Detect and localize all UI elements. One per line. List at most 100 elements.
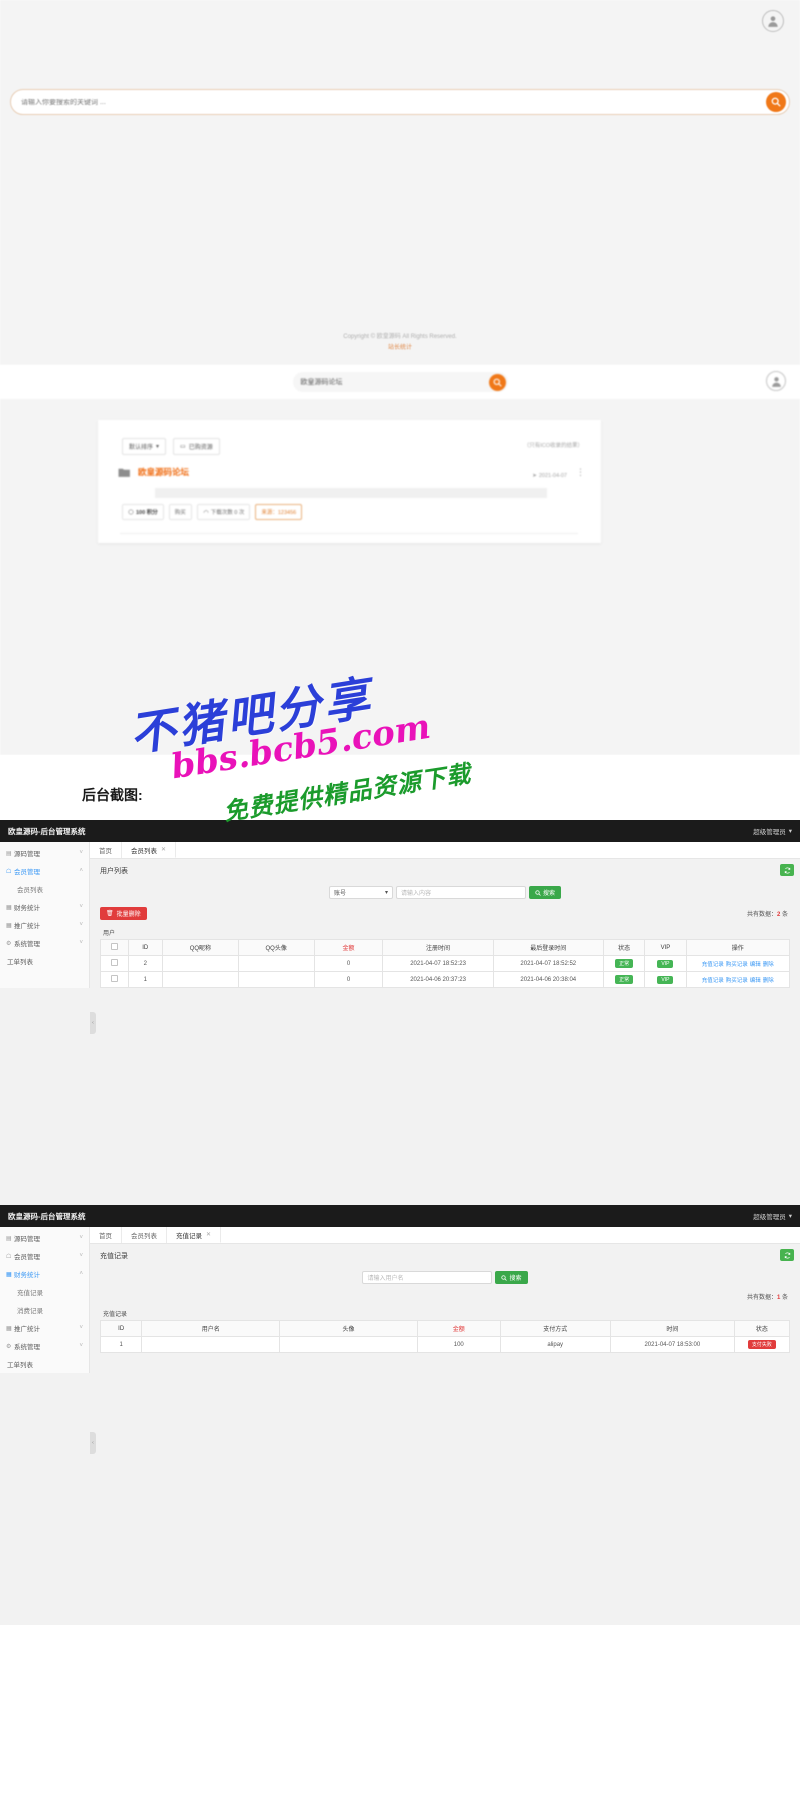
downloads-tag-label: 下载次数 0 次 <box>210 510 245 516</box>
search-bar[interactable] <box>10 89 790 115</box>
cell-username <box>141 1336 281 1353</box>
sidebar-collapse-handle[interactable]: ‹ <box>90 1012 96 1034</box>
cell-operations[interactable]: 充值记录 购买记录 编辑 删除 <box>685 955 791 972</box>
table-group-label: 用户 <box>103 931 116 937</box>
sidebar-item-1[interactable]: ☖ 会员管理 ˅ <box>0 1247 89 1265</box>
refresh-button[interactable] <box>780 1249 794 1261</box>
sidebar-item-5[interactable]: ▦ 推广统计 ˅ <box>0 1319 89 1337</box>
tab-label: 首页 <box>99 1233 112 1240</box>
row-checkbox-cell[interactable] <box>100 971 129 988</box>
tab-1[interactable]: 会员列表 <box>122 1227 167 1243</box>
total-suffix: 条 <box>781 912 788 918</box>
cell-operations[interactable]: 充值记录 购买记录 编辑 删除 <box>685 971 791 988</box>
chevron-down-icon: ˅ <box>79 922 83 928</box>
sidebar-collapse-handle[interactable]: ‹ <box>90 1432 96 1454</box>
admin-content: 首页 会员列表 充值记录 ✕ 充值记录 请输入用户名 搜索 共有数据：1 条 充… <box>90 1227 800 1454</box>
close-icon[interactable]: ✕ <box>206 1231 211 1238</box>
sort-button[interactable]: 默认排序 ▾ <box>122 438 167 455</box>
search-icon[interactable] <box>488 373 506 391</box>
divider <box>120 533 578 534</box>
sidebar-item-4[interactable]: ▦ 推广统计 ˅ <box>0 916 89 934</box>
result-note: （只有ICO收录的结果） <box>523 443 583 449</box>
row-checkbox[interactable] <box>110 975 118 982</box>
row-checkbox[interactable] <box>110 959 118 966</box>
search-bar[interactable]: 欧皇源码论坛 <box>292 372 508 392</box>
admin-user-menu[interactable]: 超级管理员 ▾ <box>753 826 792 836</box>
op-link[interactable]: 编辑 <box>749 962 762 968</box>
op-link[interactable]: 购买记录 <box>725 978 749 984</box>
recharge-table: ID 用户名 头像 金额 支付方式 时间 状态 1 100 alipay 2021-04-07 18… <box>99 1320 791 1353</box>
sidebar-item-6[interactable]: 工单列表 <box>0 952 89 970</box>
archive-icon: ▤ <box>6 850 12 857</box>
sidebar-item-0[interactable]: ▤ 源码管理 ˅ <box>0 1229 89 1247</box>
column-header: 头像 <box>279 1320 418 1337</box>
column-header: VIP <box>644 939 687 956</box>
sidebar-item-3[interactable]: 充值记录 <box>0 1283 89 1301</box>
sidebar-item-6[interactable]: ⚙ 系统管理 ˅ <box>0 1337 89 1355</box>
tab-0[interactable]: 首页 <box>90 842 122 858</box>
points-tag[interactable]: 100 积分 <box>122 504 164 520</box>
sidebar-item-5[interactable]: ⚙ 系统管理 ˅ <box>0 934 89 952</box>
tab-label: 会员列表 <box>131 1233 157 1240</box>
user-icon[interactable] <box>766 371 786 391</box>
sidebar-item-2[interactable]: ▦ 财务统计 ˄ <box>0 1265 89 1283</box>
batch-delete-label: 批量删除 <box>116 912 141 918</box>
op-link[interactable]: 删除 <box>762 962 775 968</box>
pin-icon: ➤ <box>532 473 537 479</box>
resource-item[interactable]: 欧皇源码论坛 <box>98 455 601 478</box>
op-link[interactable]: 删除 <box>762 978 775 984</box>
sidebar-item-3[interactable]: ▦ 财务统计 ˅ <box>0 898 89 916</box>
resource-toolbar: 默认排序 ▾ ▭ 已购资源 <box>98 420 601 455</box>
purchased-button[interactable]: ▭ 已购资源 <box>173 438 220 455</box>
more-vertical-icon[interactable]: ⋮ <box>576 468 585 477</box>
front-resource-list-page: 欧皇源码论坛 默认排序 ▾ ▭ 已购资源 （只有ICO收录的结果） 欧皇源码论坛… <box>0 365 800 755</box>
search-button-label: 搜索 <box>542 891 555 897</box>
filter-input[interactable]: 请输入内容 <box>395 886 526 899</box>
sidebar-item-2[interactable]: 会员列表 <box>0 880 89 898</box>
sidebar-item-1[interactable]: ☖ 会员管理 ˄ <box>0 862 89 880</box>
admin-user-menu[interactable]: 超级管理员 ▾ <box>753 1211 792 1221</box>
stats-link[interactable]: 站长统计 <box>0 343 800 354</box>
search-button[interactable]: 搜索 <box>528 886 561 899</box>
chevron-up-icon: ˄ <box>79 868 83 874</box>
tab-0[interactable]: 首页 <box>90 1227 122 1243</box>
op-link[interactable]: 充值记录 <box>701 978 725 984</box>
admin-user-label: 超级管理员 <box>753 1214 786 1221</box>
refresh-button[interactable] <box>780 864 794 876</box>
user-icon[interactable] <box>762 10 784 32</box>
filter-input[interactable]: 请输入用户名 <box>362 1271 493 1284</box>
sidebar-item-label: 系统管理 <box>14 1344 40 1351</box>
chevron-up-icon: ˄ <box>79 1271 83 1277</box>
sidebar-item-label: 消费记录 <box>17 1308 43 1315</box>
close-icon[interactable]: ✕ <box>161 846 166 853</box>
search-input[interactable] <box>11 98 766 106</box>
table-row: 1 100 alipay 2021-04-07 18:53:00 支付失败 <box>99 1336 791 1353</box>
select-all-checkbox[interactable] <box>110 943 118 950</box>
op-link[interactable]: 充值记录 <box>701 962 725 968</box>
filter-select[interactable]: 账号 ▾ <box>328 886 393 899</box>
row-checkbox-cell[interactable] <box>100 955 129 972</box>
op-link[interactable]: 购买记录 <box>725 962 749 968</box>
sidebar-item-7[interactable]: 工单列表 <box>0 1355 89 1373</box>
search-icon[interactable] <box>766 92 786 112</box>
column-header: 状态 <box>602 939 646 956</box>
sidebar-item-4[interactable]: 消费记录 <box>0 1301 89 1319</box>
cell-id: 1 <box>127 971 163 988</box>
buy-tag[interactable]: 购买 <box>168 504 192 520</box>
sidebar-item-label: 会员列表 <box>17 887 43 894</box>
tab-label: 首页 <box>99 848 112 855</box>
resource-title[interactable]: 欧皇源码论坛 <box>138 466 189 478</box>
tab-2[interactable]: 充值记录 ✕ <box>167 1227 222 1243</box>
search-button[interactable]: 搜索 <box>495 1271 528 1284</box>
admin-header: 欧皇源码-后台管理系统 超级管理员 ▾ <box>0 1205 800 1227</box>
chevron-down-icon: ▾ <box>788 828 792 835</box>
search-input-value[interactable]: 欧皇源码论坛 <box>301 377 489 387</box>
sidebar-item-label: 工单列表 <box>7 959 33 966</box>
admin-logo: 欧皇源码-后台管理系统 <box>8 826 86 836</box>
cell-vip: VIP <box>644 955 687 972</box>
sidebar-item-0[interactable]: ▤ 源码管理 ˅ <box>0 844 89 862</box>
batch-delete-button[interactable]: 🗑 批量删除 <box>100 907 147 920</box>
tab-1[interactable]: 会员列表 ✕ <box>122 842 177 858</box>
op-link[interactable]: 编辑 <box>749 978 762 984</box>
cell-status: 支付失败 <box>733 1336 791 1353</box>
